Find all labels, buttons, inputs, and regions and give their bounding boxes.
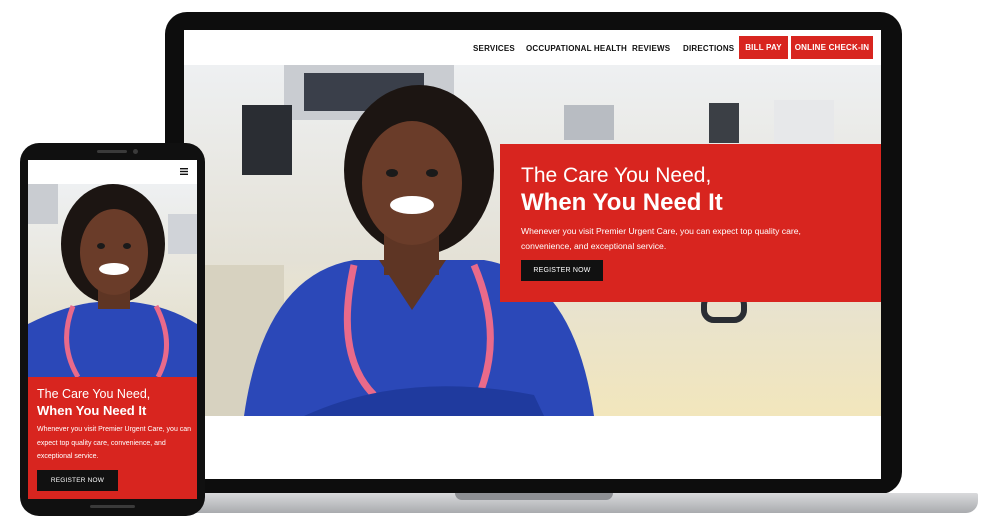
register-now-button[interactable]: REGISTER NOW [521,260,603,281]
mobile-face [80,209,148,295]
desktop-nav-bar: SERVICES OCCUPATIONAL HEALTH REVIEWS DIR… [184,30,881,65]
bill-pay-button[interactable]: BILL PAY [739,36,788,59]
mobile-hero-image [28,184,197,377]
mobile-right-eye [123,243,131,249]
nav-link-services[interactable]: SERVICES [473,44,515,53]
hero-headline-line1: The Care You Need, [521,164,712,187]
right-eye [426,169,438,177]
laptop-notch [455,493,613,500]
left-eye [386,169,398,177]
laptop-screen: SERVICES OCCUPATIONAL HEALTH REVIEWS DIR… [184,30,881,479]
mobile-wall-device [168,214,197,254]
mobile-nurse-photo-illustration [28,184,197,377]
nav-link-occupational-health[interactable]: OCCUPATIONAL HEALTH [526,44,627,53]
hamburger-menu-icon[interactable] [180,168,188,175]
mobile-headline-line1: The Care You Need, [37,387,151,401]
wall-device [242,105,292,175]
mobile-left-eye [97,243,105,249]
hero-headline-line2: When You Need It [521,189,723,216]
phone-screen: The Care You Need, When You Need It When… [28,160,197,499]
wall-bin [774,100,834,145]
online-check-in-button[interactable]: ONLINE CHECK-IN [791,36,873,59]
mobile-equipment [28,184,58,224]
mobile-headline-line2: When You Need It [37,403,147,418]
phone-camera [133,149,138,154]
hero-body-text: Whenever you visit Premier Urgent Care, … [521,226,801,251]
phone-home-indicator [90,505,135,508]
smile [390,196,434,214]
mobile-scrubs [28,302,197,377]
otoscope [709,103,739,143]
mobile-body-text: Whenever you visit Premier Urgent Care, … [37,426,192,460]
mobile-hero-panel: The Care You Need, When You Need It When… [28,377,197,499]
phone-frame: The Care You Need, When You Need It When… [20,143,205,516]
desktop-hero-panel: The Care You Need, When You Need It When… [500,144,881,302]
mobile-nav-bar [28,160,197,184]
mobile-smile [99,263,129,275]
nav-link-directions[interactable]: DIRECTIONS [683,44,734,53]
nav-link-reviews[interactable]: REVIEWS [632,44,670,53]
desktop-content-area [184,416,881,479]
phone-speaker [97,150,127,153]
bp-gauge [564,105,614,140]
mobile-register-now-button[interactable]: REGISTER NOW [37,470,118,491]
face [362,121,462,245]
